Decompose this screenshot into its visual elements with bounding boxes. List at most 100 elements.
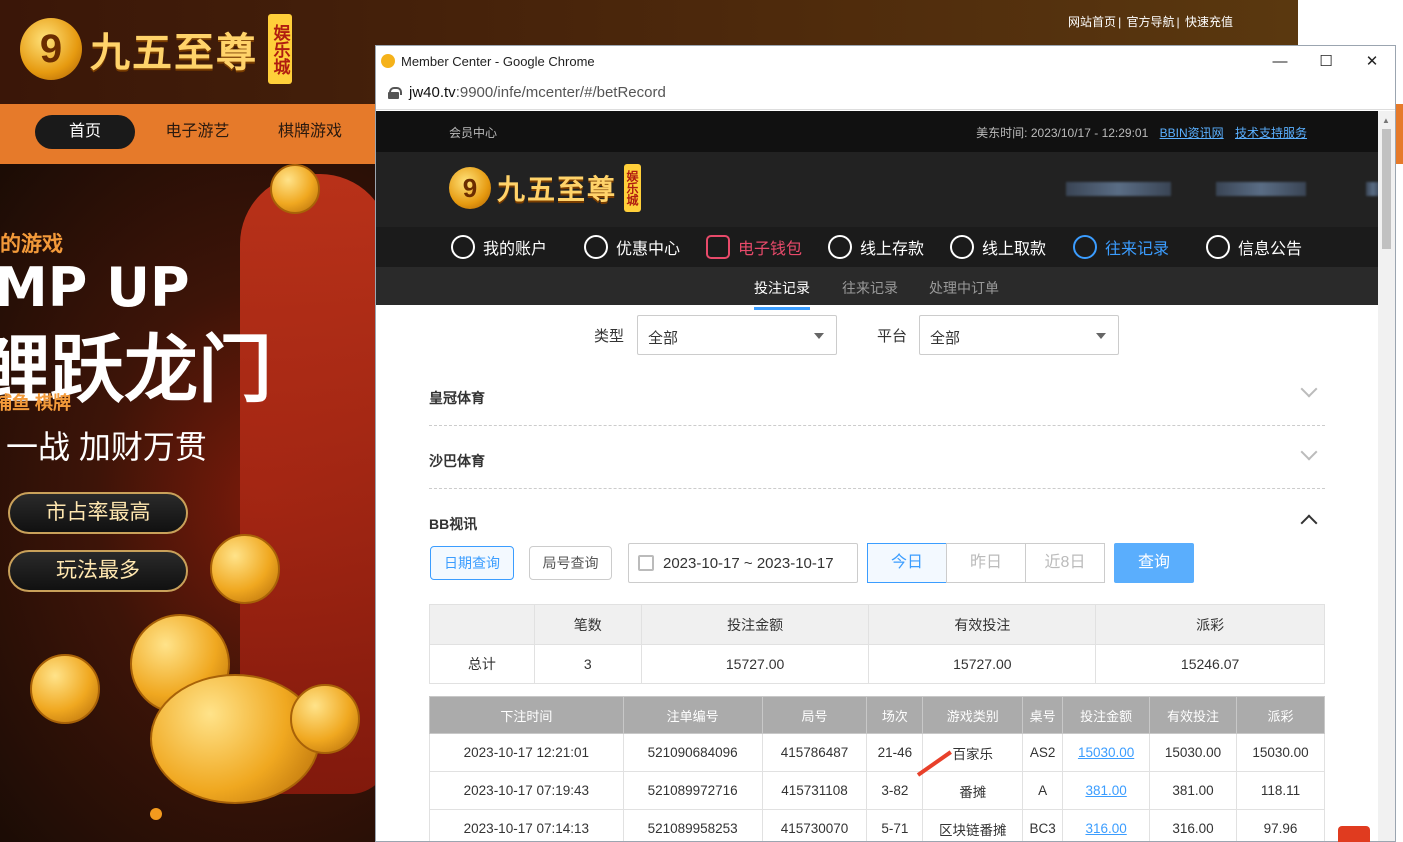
section-saba-sports[interactable]: 沙巴体育 xyxy=(429,426,1325,489)
detail-header: 桌号 xyxy=(1022,696,1064,734)
lock-icon[interactable] xyxy=(388,86,402,99)
summary-cell: 15246.07 xyxy=(1095,644,1325,684)
summary-table: 笔数 投注金额 有效投注 派彩 总计 3 15727.00 15727.00 1… xyxy=(429,604,1325,684)
section-title: BB视讯 xyxy=(429,516,478,532)
promo-banner[interactable]: 的游戏 MP UP 鲤跃龙门 捕鱼 棋牌 一战 加财万贯 市占率最高 玩法最多 xyxy=(0,164,376,842)
summary-header xyxy=(429,604,535,645)
bbin-info-link[interactable]: BBIN资讯网 xyxy=(1160,126,1224,140)
address-bar[interactable]: jw40.tv:9900/infe/mcenter/#/betRecord xyxy=(376,76,1395,110)
top-link-home[interactable]: 网站首页 xyxy=(1068,15,1116,29)
detail-header: 派彩 xyxy=(1235,696,1326,734)
top-link-recharge[interactable]: 快速充值 xyxy=(1185,15,1233,29)
search-button[interactable]: 查询 xyxy=(1114,543,1194,583)
member-nav: 我的账户 优惠中心 电子钱包 线上存款 线上取款 往来记录 信息公告 xyxy=(376,227,1380,267)
support-link[interactable]: 技术支持服务 xyxy=(1235,126,1307,140)
bet-id: 521089972716 xyxy=(622,771,763,810)
scroll-up-icon[interactable]: ▲ xyxy=(1382,116,1390,125)
type-select[interactable]: 全部 xyxy=(637,315,837,355)
minimize-button[interactable]: — xyxy=(1257,46,1303,76)
summary-header: 有效投注 xyxy=(868,604,1097,645)
tab-transactions[interactable]: 往来记录 xyxy=(842,278,898,298)
chrome-window: Member Center - Google Chrome — ☐ ✕ jw40… xyxy=(375,45,1396,842)
table-no: BC3 xyxy=(1022,809,1064,841)
summary-header: 笔数 xyxy=(533,604,642,645)
bet-amount-cell: 316.00 xyxy=(1062,809,1151,841)
withdraw-icon xyxy=(950,235,974,259)
yesterday-button[interactable]: 昨日 xyxy=(946,543,1026,583)
table-row: 2023-10-17 12:21:01 521090684096 4157864… xyxy=(429,733,1326,772)
round-id: 415731108 xyxy=(761,771,868,810)
summary-header: 派彩 xyxy=(1095,604,1325,645)
banner-pill-market: 市占率最高 xyxy=(8,492,188,534)
nav-label: 优惠中心 xyxy=(616,241,681,258)
title-bar[interactable]: Member Center - Google Chrome — ☐ ✕ xyxy=(376,46,1395,76)
redacted-balance xyxy=(1216,182,1306,196)
logo-text: 九五至尊 xyxy=(90,29,258,76)
nav-label: 信息公告 xyxy=(1238,241,1303,258)
session: 5-71 xyxy=(866,809,924,841)
scrollbar[interactable]: ▲ xyxy=(1378,111,1395,841)
site-logo[interactable]: 9 九五至尊 娱乐城 xyxy=(20,14,292,84)
section-crown-sports[interactable]: 皇冠体育 xyxy=(429,363,1325,426)
bet-time: 2023-10-17 07:14:13 xyxy=(429,809,624,841)
wallet-icon xyxy=(706,235,730,259)
top-links: 网站首页 | 官方导航 | 快速充值 xyxy=(1068,15,1233,29)
logo-text: 九五至尊 xyxy=(497,173,618,206)
close-button[interactable]: ✕ xyxy=(1349,46,1395,76)
bet-id: 521089958253 xyxy=(622,809,763,841)
nav-deposit[interactable]: 线上存款 xyxy=(828,235,924,259)
game-type: 百家乐 xyxy=(922,733,1024,772)
topbar-right: 美东时间: 2023/10/17 - 12:29:01 BBIN资讯网 技术支持… xyxy=(976,124,1307,141)
valid-bet: 381.00 xyxy=(1149,771,1237,810)
nav-home[interactable]: 首页 xyxy=(35,115,135,149)
member-topbar: 会员中心 美东时间: 2023/10/17 - 12:29:01 BBIN资讯网… xyxy=(376,111,1380,152)
logo-badge: 娱乐城 xyxy=(624,164,642,212)
section-bb-live[interactable]: BB视讯 xyxy=(429,489,1325,549)
tab-pending-orders[interactable]: 处理中订单 xyxy=(929,278,999,298)
bet-amount-link[interactable]: 381.00 xyxy=(1085,783,1126,798)
nav-cards[interactable]: 棋牌游戏 xyxy=(265,115,355,149)
round-id: 415786487 xyxy=(761,733,868,772)
round-id: 415730070 xyxy=(761,809,868,841)
scrollbar-thumb[interactable] xyxy=(1382,129,1391,249)
carousel-dot[interactable] xyxy=(150,808,162,820)
summary-cell: 15727.00 xyxy=(640,644,870,684)
red-envelope-icon[interactable] xyxy=(1338,826,1370,842)
date-query-button[interactable]: 日期查询 xyxy=(430,546,514,580)
favicon-icon xyxy=(381,54,395,68)
nav-label: 我的账户 xyxy=(483,241,548,258)
today-button[interactable]: 今日 xyxy=(867,543,947,583)
platform-select[interactable]: 全部 xyxy=(919,315,1119,355)
nav-announcements[interactable]: 信息公告 xyxy=(1206,235,1302,259)
url-path: :9900/infe/mcenter/#/betRecord xyxy=(455,84,666,101)
bet-time: 2023-10-17 12:21:01 xyxy=(429,733,624,772)
nav-records[interactable]: 往来记录 xyxy=(1073,235,1169,259)
summary-row: 总计 3 15727.00 15727.00 15246.07 xyxy=(429,644,1325,684)
window-controls: — ☐ ✕ xyxy=(1257,46,1395,76)
member-center-label: 会员中心 xyxy=(449,126,498,140)
maximize-button[interactable]: ☐ xyxy=(1303,46,1349,76)
nav-wallet[interactable]: 电子钱包 xyxy=(706,235,802,259)
member-logo[interactable]: 9 九五至尊 娱乐城 xyxy=(449,164,642,212)
nav-slots[interactable]: 电子游艺 xyxy=(150,115,245,149)
member-center-page: 会员中心 美东时间: 2023/10/17 - 12:29:01 BBIN资讯网… xyxy=(376,111,1380,841)
last-8-days-button[interactable]: 近8日 xyxy=(1025,543,1105,583)
window-title: Member Center - Google Chrome xyxy=(401,53,595,69)
top-link-nav[interactable]: 官方导航 xyxy=(1127,15,1175,29)
game-type: 番摊 xyxy=(922,771,1024,810)
deposit-icon xyxy=(828,235,852,259)
coin-icon xyxy=(30,654,100,724)
nav-label: 线上存款 xyxy=(860,241,925,258)
nav-my-account[interactable]: 我的账户 xyxy=(451,235,547,259)
round-query-button[interactable]: 局号查询 xyxy=(529,546,612,580)
nav-promotions[interactable]: 优惠中心 xyxy=(584,235,680,259)
date-range-input[interactable]: 2023-10-17 ~ 2023-10-17 xyxy=(628,543,858,583)
redacted-username xyxy=(1066,182,1171,196)
banner-line4: 捕鱼 棋牌 xyxy=(0,393,72,413)
bet-time: 2023-10-17 07:19:43 xyxy=(429,771,624,810)
banner-pill-play: 玩法最多 xyxy=(8,550,188,592)
bet-amount-link[interactable]: 316.00 xyxy=(1085,821,1126,836)
summary-header: 投注金额 xyxy=(640,604,870,645)
bet-amount-link[interactable]: 15030.00 xyxy=(1078,745,1134,760)
nav-withdraw[interactable]: 线上取款 xyxy=(950,235,1046,259)
